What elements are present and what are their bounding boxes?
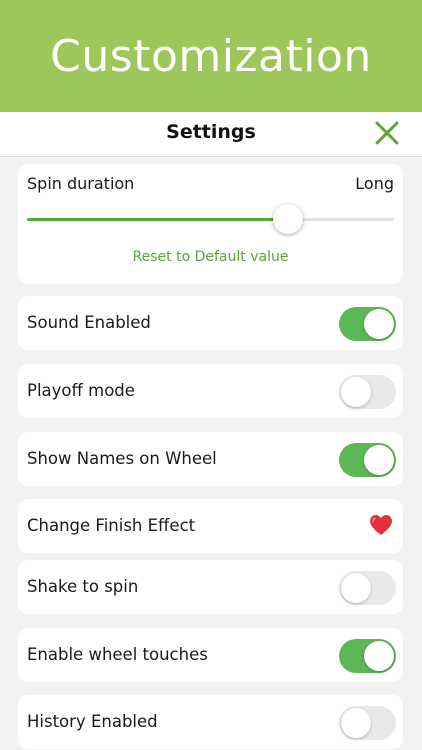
close-icon <box>375 121 399 145</box>
toggle-knob <box>364 309 394 339</box>
setting-row-finish-effect[interactable]: Change Finish Effect <box>18 499 403 553</box>
setting-row-wheel-touches: Enable wheel touches <box>18 628 403 682</box>
heart-icon <box>370 515 392 535</box>
setting-row-sound-enabled: Sound Enabled <box>18 296 403 350</box>
playoff-mode-toggle[interactable] <box>339 375 396 409</box>
setting-label: Change Finish Effect <box>27 516 196 535</box>
toggle-knob <box>341 377 371 407</box>
sound-enabled-toggle[interactable] <box>339 307 396 341</box>
setting-row-show-names: Show Names on Wheel <box>18 432 403 486</box>
setting-label: Enable wheel touches <box>27 645 208 664</box>
setting-label: Playoff mode <box>27 381 135 400</box>
setting-row-history-enabled: History Enabled <box>18 695 403 749</box>
banner-title: Customization <box>50 30 372 82</box>
spin-duration-slider[interactable] <box>27 204 394 234</box>
header-banner: Customization <box>0 0 422 112</box>
navigation-bar: Settings <box>0 112 422 157</box>
spin-duration-value: Long <box>355 174 394 193</box>
spin-duration-card: Spin duration Long Reset to Default valu… <box>18 164 403 284</box>
toggle-knob <box>364 445 394 475</box>
history-enabled-toggle[interactable] <box>339 706 396 740</box>
wheel-touches-toggle[interactable] <box>339 639 396 673</box>
setting-row-playoff-mode: Playoff mode <box>18 364 403 418</box>
spin-duration-label: Spin duration <box>27 174 135 193</box>
slider-thumb[interactable] <box>272 204 303 234</box>
setting-label: Shake to spin <box>27 577 139 596</box>
setting-row-shake-to-spin: Shake to spin <box>18 560 403 614</box>
toggle-knob <box>341 573 371 603</box>
page-title: Settings <box>166 121 256 143</box>
close-button[interactable] <box>374 120 400 146</box>
slider-track-fill <box>27 218 288 221</box>
shake-to-spin-toggle[interactable] <box>339 571 396 605</box>
setting-label: Show Names on Wheel <box>27 449 217 468</box>
reset-default-button[interactable]: Reset to Default value <box>18 249 403 265</box>
toggle-knob <box>341 708 371 738</box>
show-names-toggle[interactable] <box>339 443 396 477</box>
setting-label: Sound Enabled <box>27 313 151 332</box>
setting-label: History Enabled <box>27 712 158 731</box>
toggle-knob <box>364 641 394 671</box>
